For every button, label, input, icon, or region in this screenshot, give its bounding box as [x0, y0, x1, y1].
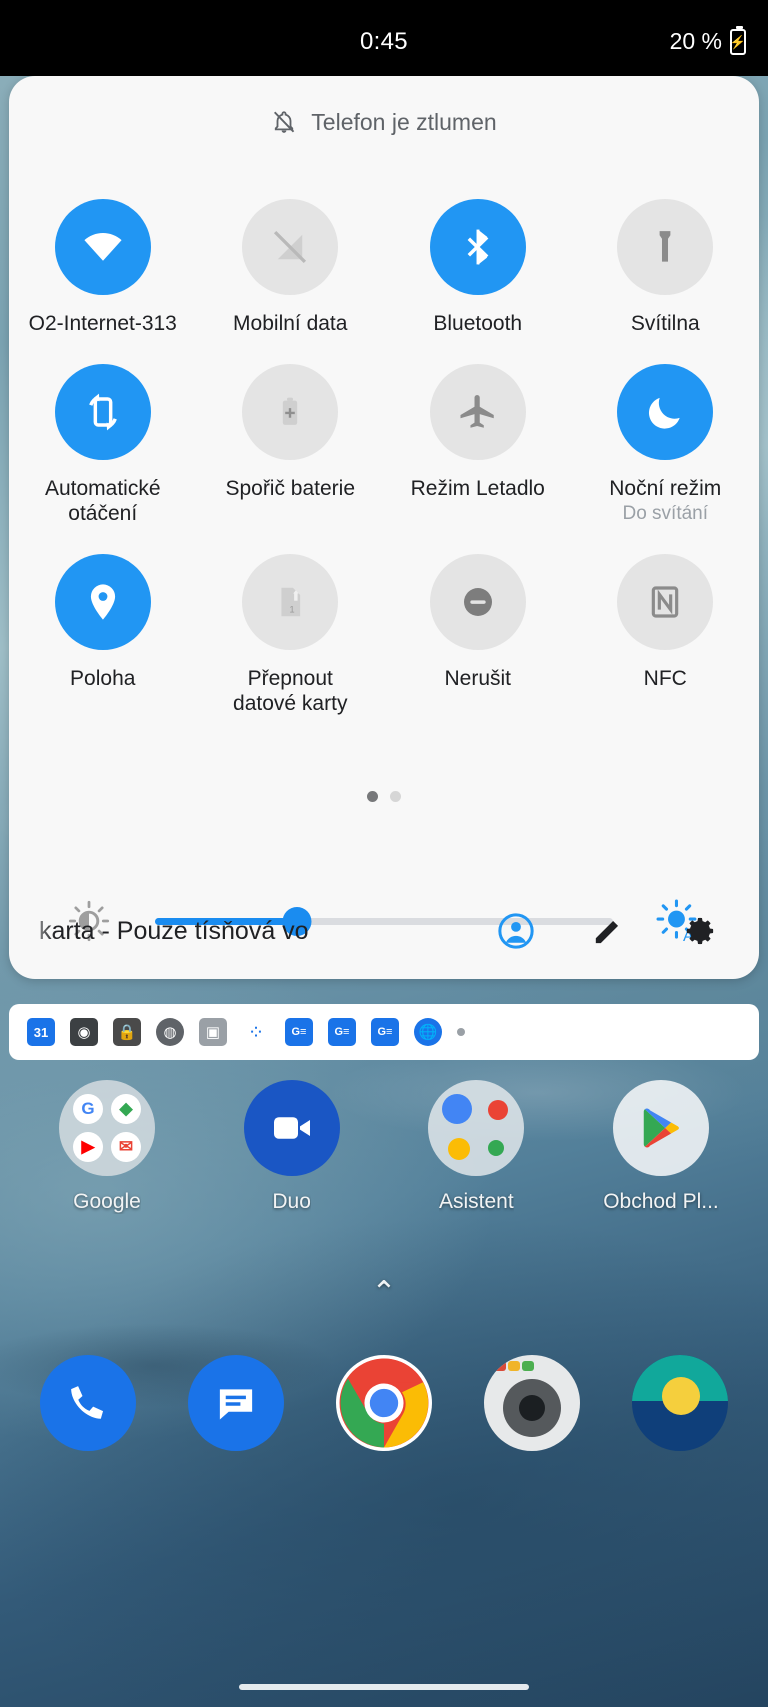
tile-label: Spořič baterie	[225, 477, 356, 500]
chrome-icon[interactable]	[336, 1355, 432, 1451]
app-play-store[interactable]: Obchod Pl...	[588, 1080, 734, 1214]
weather-icon[interactable]	[632, 1355, 728, 1451]
tile-flashlight[interactable]: Svítilna	[572, 171, 760, 336]
google-g-mini-icon: G	[73, 1094, 103, 1124]
mobile-data-off-icon	[242, 199, 339, 295]
phone-icon[interactable]	[40, 1355, 136, 1451]
app-duo[interactable]: Duo	[219, 1080, 365, 1214]
tile-night-mode[interactable]: Noční režim Do svítání	[572, 336, 760, 526]
pager-dot-1[interactable]	[367, 791, 378, 802]
more-notifications-dot	[457, 1028, 465, 1036]
notification-shelf[interactable]: 31 ◉ 🔒 ◍ ▣ ⁘ G≡ G≡ G≡ 🌐	[9, 1004, 759, 1060]
user-avatar-icon[interactable]	[497, 912, 535, 950]
bluetooth-icon	[429, 199, 526, 295]
nfc-icon	[617, 554, 714, 650]
chevron-up-icon[interactable]: ⌃	[0, 1275, 768, 1310]
app-label: Asistent	[438, 1190, 514, 1213]
tile-auto-rotate[interactable]: Automatické otáčení	[9, 336, 197, 526]
tile-label: Nerušit	[444, 667, 512, 690]
home-dock	[0, 1355, 768, 1451]
app-google-folder[interactable]: G ◆ ▶ ✉ Google	[34, 1080, 180, 1214]
do-not-disturb-icon	[429, 554, 526, 650]
google-assistant-dots-icon[interactable]: ⁘	[242, 1018, 270, 1046]
pencil-edit-icon[interactable]	[589, 912, 627, 950]
tile-airplane-mode[interactable]: Režim Letadlo	[384, 336, 572, 526]
play-store-icon	[612, 1080, 709, 1176]
globe-icon[interactable]: 🌐	[414, 1018, 442, 1046]
gear-icon[interactable]	[681, 912, 719, 950]
silent-mode-text: Telefon je ztlumen	[311, 108, 497, 135]
battery-charging-icon: ⚡	[730, 25, 746, 55]
tile-label: Bluetooth	[433, 312, 523, 335]
airplane-icon	[429, 364, 526, 460]
tile-label: Přepnout datové karty	[233, 667, 348, 715]
tile-label: O2-Internet-313	[28, 312, 177, 335]
location-pin-icon	[54, 554, 151, 650]
gesture-nav-pill[interactable]	[239, 1684, 529, 1690]
tile-label: Automatické otáčení	[44, 477, 161, 525]
quick-settings-panel: Telefon je ztlumen O2-Internet-313 Mobil…	[9, 76, 759, 979]
assistant-icon	[428, 1080, 525, 1176]
tile-mobile-data[interactable]: Mobilní data	[197, 171, 385, 336]
app-assistant[interactable]: Asistent	[403, 1080, 549, 1214]
tile-label: Mobilní data	[233, 312, 348, 335]
status-bar-clock: 0:45	[360, 28, 408, 55]
home-screen: G ◆ ▶ ✉ Google Duo Asistent Obchod Pl...…	[0, 1060, 768, 1707]
battery-saver-icon	[242, 364, 339, 460]
camera-aperture-icon[interactable]: ◉	[70, 1018, 98, 1046]
gesture-navigation-bar	[0, 1667, 768, 1707]
moon-icon	[617, 364, 714, 460]
home-app-row: G ◆ ▶ ✉ Google Duo Asistent Obchod Pl...	[0, 1080, 768, 1214]
status-bar: 0:45 20 % ⚡	[0, 0, 768, 76]
gmail-ge-icon[interactable]: G≡	[285, 1018, 313, 1046]
tile-label: Poloha	[70, 667, 136, 690]
wifi-icon	[54, 199, 151, 295]
status-bar-right: 20 % ⚡	[669, 25, 746, 55]
youtube-mini-icon: ▶	[73, 1132, 103, 1162]
app-label: Obchod Pl...	[603, 1190, 719, 1213]
camera-icon[interactable]	[484, 1355, 580, 1451]
svg-text:1: 1	[290, 604, 295, 615]
silent-mode-banner: Telefon je ztlumen	[9, 108, 759, 136]
battery-percent-label: 20 %	[669, 28, 722, 54]
tile-bluetooth[interactable]: Bluetooth	[384, 171, 572, 336]
app-label: Duo	[272, 1190, 311, 1213]
carrier-status-text: karta - Pouze tísňová vo	[39, 916, 309, 945]
quick-settings-pager[interactable]	[9, 791, 759, 802]
footer-icon-group	[497, 912, 729, 950]
tile-label: NFC	[643, 667, 687, 690]
bell-slash-icon	[271, 108, 297, 136]
quick-settings-tile-grid: O2-Internet-313 Mobilní data Bluetooth S…	[9, 171, 759, 716]
tile-sublabel: Do svítání	[622, 503, 709, 524]
tile-location[interactable]: Poloha	[9, 526, 197, 716]
tile-label: Svítilna	[630, 312, 700, 335]
tile-sim-swap[interactable]: 1 Přepnout datové karty	[197, 526, 385, 716]
tile-nfc[interactable]: NFC	[572, 526, 760, 716]
gmail-mini-icon: ✉	[111, 1132, 141, 1162]
tile-do-not-disturb[interactable]: Nerušit	[384, 526, 572, 716]
brain-icon[interactable]: ◍	[156, 1018, 184, 1046]
tile-label: Režim Letadlo	[410, 477, 545, 500]
gmail-ge-icon-2[interactable]: G≡	[328, 1018, 356, 1046]
sim-swap-icon: 1	[242, 554, 339, 650]
calendar-31-icon[interactable]: 31	[27, 1018, 55, 1046]
flashlight-icon	[617, 199, 714, 295]
tile-battery-saver[interactable]: Spořič baterie	[197, 336, 385, 526]
auto-rotate-icon	[54, 364, 151, 460]
quick-settings-footer: karta - Pouze tísňová vo	[9, 883, 759, 979]
gmail-ge-icon-3[interactable]: G≡	[371, 1018, 399, 1046]
messages-icon[interactable]	[188, 1355, 284, 1451]
lock-icon[interactable]: 🔒	[113, 1018, 141, 1046]
google-folder-icon: G ◆ ▶ ✉	[59, 1080, 155, 1176]
pager-dot-2[interactable]	[390, 791, 401, 802]
duo-icon	[243, 1080, 340, 1176]
photo-icon[interactable]: ▣	[199, 1018, 227, 1046]
tile-wifi[interactable]: O2-Internet-313	[9, 171, 197, 336]
app-label: Google	[73, 1190, 141, 1213]
maps-mini-icon: ◆	[111, 1094, 141, 1124]
tile-label: Noční režim	[609, 477, 722, 500]
